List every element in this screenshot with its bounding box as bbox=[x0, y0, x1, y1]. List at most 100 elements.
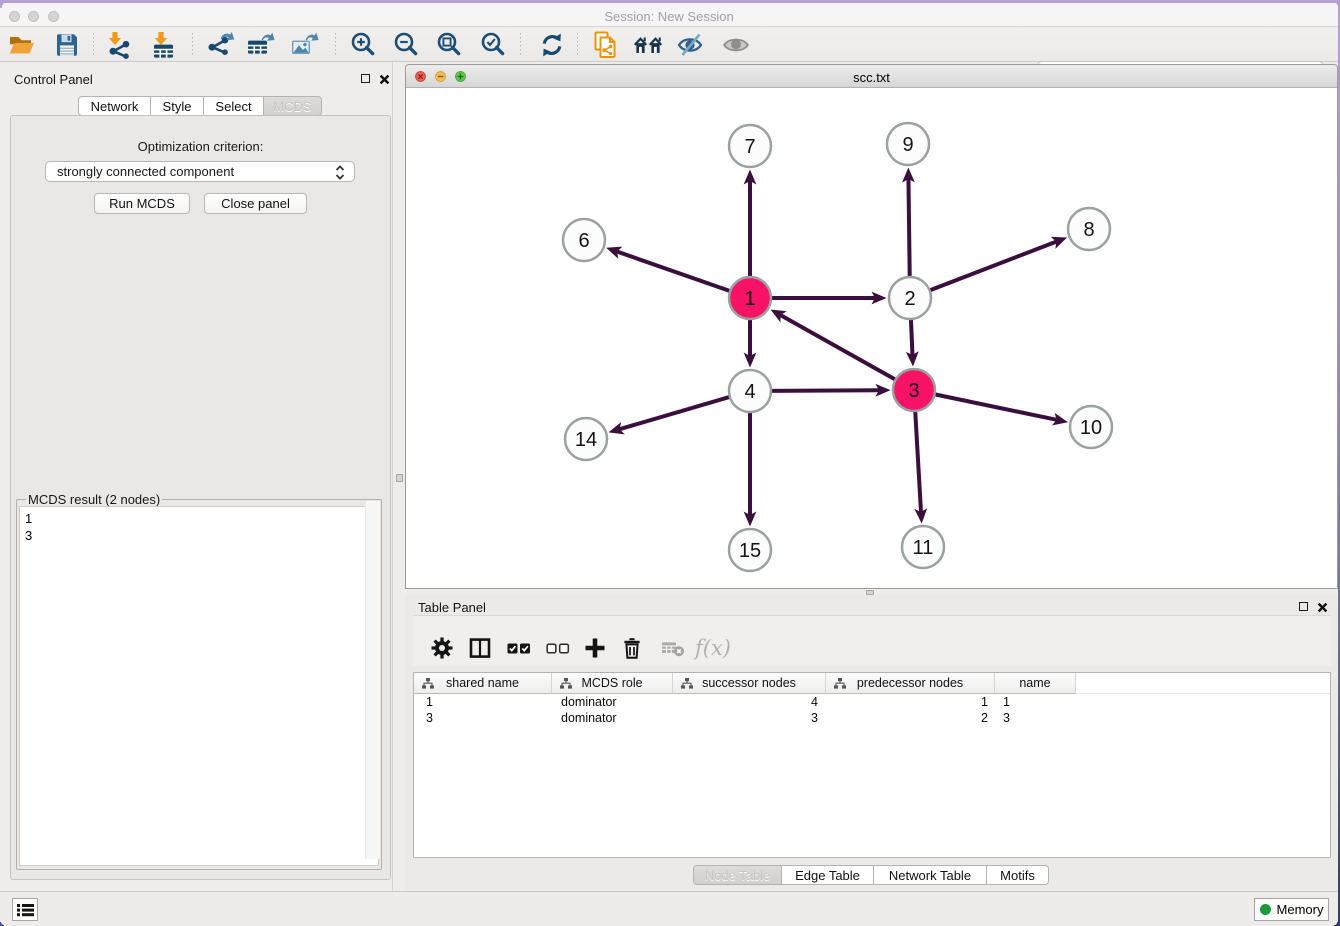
close-panel-button[interactable]: Close panel bbox=[204, 193, 307, 214]
horizontal-splitter-handle[interactable] bbox=[866, 590, 874, 595]
column-header-successor-nodes[interactable]: successor nodes bbox=[673, 673, 826, 694]
open-folder-icon bbox=[8, 32, 36, 58]
export-network-icon bbox=[205, 31, 235, 59]
documents-network-button[interactable] bbox=[590, 30, 620, 60]
unselect-all-button[interactable] bbox=[542, 632, 574, 664]
zoom-out-button[interactable] bbox=[391, 30, 421, 60]
refresh-button[interactable] bbox=[537, 30, 567, 60]
tab-network[interactable]: Network bbox=[78, 96, 151, 116]
memory-status-dot bbox=[1260, 904, 1271, 915]
tab-network-table[interactable]: Network Table bbox=[874, 865, 987, 885]
shared-column-icon bbox=[422, 678, 434, 689]
graph-node-label: 7 bbox=[744, 136, 755, 158]
delete-button[interactable] bbox=[616, 632, 648, 664]
zoom-selected-button[interactable] bbox=[478, 30, 508, 60]
mcds-result-group: MCDS result (2 nodes) 1 3 bbox=[16, 499, 382, 870]
tab-edge-table[interactable]: Edge Table bbox=[782, 865, 874, 885]
zoom-out-icon bbox=[392, 31, 420, 59]
graph-node-label: 1 bbox=[744, 288, 755, 310]
delete-table-button[interactable] bbox=[657, 632, 689, 664]
tab-style[interactable]: Style bbox=[151, 96, 204, 116]
toolbar-separator bbox=[192, 33, 193, 57]
zoom-fit-button[interactable] bbox=[434, 30, 464, 60]
graph-edge-3-11[interactable] bbox=[915, 409, 921, 512]
network-frame-titlebar[interactable]: scc.txt bbox=[406, 65, 1337, 88]
shared-column-icon bbox=[560, 678, 572, 689]
split-pane-button[interactable] bbox=[464, 632, 496, 664]
delete-table-icon bbox=[660, 636, 686, 660]
column-header-shared-name[interactable]: shared name bbox=[414, 673, 552, 694]
double-house-button[interactable] bbox=[633, 30, 663, 60]
open-session-button[interactable] bbox=[7, 30, 37, 60]
control-panel-title: Control Panel bbox=[14, 72, 93, 87]
export-table-button[interactable] bbox=[245, 30, 275, 60]
graph-node-label: 14 bbox=[575, 429, 597, 451]
export-table-icon bbox=[245, 31, 275, 59]
import-table-button[interactable] bbox=[149, 30, 179, 60]
tab-node-table[interactable]: Node Table bbox=[693, 865, 782, 885]
export-network-button[interactable] bbox=[205, 30, 235, 60]
graph-node-label: 6 bbox=[578, 230, 589, 252]
desktop-corner bbox=[1332, 0, 1340, 8]
graph-edge-2-3[interactable] bbox=[911, 317, 913, 355]
graph-edge-4-14[interactable] bbox=[620, 396, 732, 429]
export-image-button[interactable] bbox=[289, 30, 319, 60]
zoom-in-button[interactable] bbox=[348, 30, 378, 60]
tab-motifs[interactable]: Motifs bbox=[987, 865, 1049, 885]
eye-button[interactable] bbox=[721, 30, 751, 60]
mcds-result-textarea[interactable]: 1 3 bbox=[19, 506, 379, 866]
table-settings-button[interactable] bbox=[426, 632, 458, 664]
graph-edge-2-8[interactable] bbox=[928, 242, 1057, 292]
table-panel: Table Panel bbox=[405, 595, 1338, 891]
graph-node-label: 3 bbox=[908, 380, 919, 402]
graph-edge-4-3[interactable] bbox=[769, 390, 879, 391]
show-panel-button[interactable] bbox=[12, 898, 38, 921]
close-panel-icon[interactable] bbox=[379, 74, 390, 85]
optimization-criterion-select[interactable]: strongly connected component bbox=[45, 161, 355, 182]
export-image-icon bbox=[289, 31, 319, 59]
result-scrollbar[interactable] bbox=[365, 501, 380, 859]
save-session-button[interactable] bbox=[52, 30, 82, 60]
column-header-mcds-role[interactable]: MCDS role bbox=[552, 673, 673, 694]
function-builder-button[interactable]: f(x) bbox=[692, 632, 734, 664]
graph-node-label: 11 bbox=[913, 537, 934, 559]
table-row[interactable]: 3 dominator 3 2 3 bbox=[414, 710, 1330, 726]
add-button[interactable] bbox=[579, 632, 611, 664]
graph-edge-2-9[interactable] bbox=[908, 179, 909, 279]
graph-node-label: 2 bbox=[904, 288, 915, 310]
select-all-button[interactable] bbox=[503, 632, 535, 664]
toolbar-separator bbox=[577, 33, 578, 57]
float-panel-icon[interactable] bbox=[361, 74, 370, 83]
graph-edge-1-6[interactable] bbox=[617, 252, 732, 292]
window-title: Session: New Session bbox=[0, 9, 1338, 24]
vertical-splitter-handle[interactable] bbox=[396, 474, 403, 482]
control-panel-tabs: Network Style Select MCDS bbox=[78, 96, 322, 116]
main-toolbar bbox=[0, 28, 1338, 62]
select-chevrons-icon bbox=[335, 165, 345, 180]
graph-node-label: 10 bbox=[1080, 417, 1102, 439]
node-table: shared name MCDS role successor bbox=[413, 672, 1331, 858]
import-network-button[interactable] bbox=[104, 30, 134, 60]
eye-slash-button[interactable] bbox=[676, 30, 706, 60]
column-header-name[interactable]: name bbox=[995, 673, 1076, 694]
table-float-panel-icon[interactable] bbox=[1299, 602, 1308, 611]
tab-select[interactable]: Select bbox=[204, 96, 264, 116]
tab-mcds[interactable]: MCDS bbox=[264, 96, 322, 116]
run-mcds-button[interactable]: Run MCDS bbox=[94, 193, 190, 214]
graph-node-label: 15 bbox=[739, 540, 761, 562]
mcds-result-group-title: MCDS result (2 nodes) bbox=[26, 492, 162, 507]
toolbar-separator bbox=[520, 33, 521, 57]
graph-edge-3-10[interactable] bbox=[933, 394, 1057, 420]
column-header-predecessor-nodes[interactable]: predecessor nodes bbox=[826, 673, 995, 694]
network-canvas[interactable]: 7968124314101511 bbox=[406, 88, 1337, 588]
import-table-icon bbox=[150, 31, 178, 59]
graph-node-label: 4 bbox=[744, 381, 755, 403]
graph-edge-3-1[interactable] bbox=[781, 315, 898, 381]
memory-button[interactable]: Memory bbox=[1254, 898, 1329, 921]
table-close-panel-icon[interactable] bbox=[1317, 602, 1328, 613]
import-network-icon bbox=[105, 31, 133, 59]
table-row[interactable]: 1 dominator 4 1 1 bbox=[414, 694, 1330, 710]
unselect-all-icon bbox=[545, 636, 571, 660]
zoom-fit-icon bbox=[435, 31, 463, 59]
desktop-corner bbox=[0, 0, 8, 8]
